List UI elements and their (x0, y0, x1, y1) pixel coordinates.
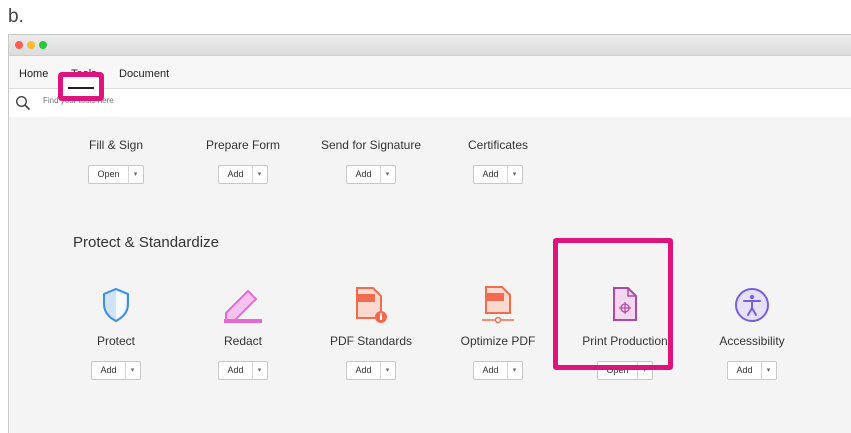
tool-send-for-signature: Send for Signature Add ▾ (311, 138, 431, 184)
tool-redact: Redact Add ▾ (183, 283, 303, 380)
nav-tabs: Home Tools Document (9, 56, 851, 89)
print-production-highlight (553, 238, 673, 370)
chevron-down-icon[interactable]: ▾ (381, 362, 395, 379)
tab-home[interactable]: Home (19, 68, 48, 80)
redact-add-button[interactable]: Add ▾ (218, 361, 268, 380)
prepare-form-add-button[interactable]: Add ▾ (218, 165, 268, 184)
highlight-underline (68, 87, 94, 89)
optimize-pdf-icon[interactable] (478, 285, 518, 325)
zoom-window-button[interactable] (39, 41, 47, 49)
app-window: Home Tools Document Fill & Sign Open ▾ P… (8, 34, 851, 433)
pdf-standards-add-button[interactable]: Add ▾ (346, 361, 396, 380)
accessibility-icon[interactable] (734, 287, 770, 323)
tool-protect: Protect Add ▾ (56, 283, 176, 380)
redact-marker-icon[interactable] (220, 287, 266, 323)
certificates-add-button[interactable]: Add ▾ (473, 165, 523, 184)
tool-name: Protect (96, 334, 135, 348)
accessibility-add-button[interactable]: Add ▾ (727, 361, 777, 380)
button-label: Add (474, 166, 508, 183)
tool-accessibility: Accessibility Add ▾ (692, 283, 812, 380)
shield-icon[interactable] (101, 287, 131, 323)
optimize-pdf-add-button[interactable]: Add ▾ (473, 361, 523, 380)
button-label: Add (219, 362, 253, 379)
button-label: Open (89, 166, 129, 183)
protect-add-button[interactable]: Add ▾ (91, 361, 141, 380)
minimize-window-button[interactable] (27, 41, 35, 49)
pdf-standards-icon[interactable] (353, 286, 389, 324)
chevron-down-icon[interactable]: ▾ (126, 362, 140, 379)
tool-name: Accessibility (719, 334, 785, 348)
search-bar (9, 89, 851, 118)
button-label: Add (728, 362, 762, 379)
tools-tab-highlight (58, 72, 104, 101)
tab-document[interactable]: Document (119, 68, 169, 80)
fill-sign-open-button[interactable]: Open ▾ (88, 165, 144, 184)
tool-name: Send for Signature (320, 138, 422, 152)
button-label: Add (474, 362, 508, 379)
button-label: Add (347, 362, 381, 379)
tool-name: Redact (223, 334, 263, 348)
title-bar (9, 35, 851, 56)
tool-pdf-standards: PDF Standards Add ▾ (311, 283, 431, 380)
tool-name: Prepare Form (205, 138, 281, 152)
button-label: Add (92, 362, 126, 379)
tool-name: Fill & Sign (88, 138, 144, 152)
search-icon (15, 95, 31, 111)
tool-name: Certificates (467, 138, 529, 152)
chevron-down-icon[interactable]: ▾ (381, 166, 395, 183)
send-for-signature-add-button[interactable]: Add ▾ (346, 165, 396, 184)
chevron-down-icon[interactable]: ▾ (762, 362, 776, 379)
button-label: Add (347, 166, 381, 183)
chevron-down-icon[interactable]: ▾ (508, 166, 522, 183)
tool-name: Optimize PDF (460, 334, 536, 348)
figure-label: b. (8, 6, 24, 27)
tool-fill-sign: Fill & Sign Open ▾ (56, 138, 176, 184)
tool-name: PDF Standards (329, 334, 413, 348)
section-title: Protect & Standardize (73, 234, 219, 251)
tool-certificates: Certificates Add ▾ (438, 138, 558, 184)
chevron-down-icon[interactable]: ▾ (129, 166, 143, 183)
chevron-down-icon[interactable]: ▾ (508, 362, 522, 379)
tool-optimize-pdf: Optimize PDF Add ▾ (438, 283, 558, 380)
tools-panel: Fill & Sign Open ▾ Prepare Form Add ▾ Se… (9, 117, 851, 433)
button-label: Add (219, 166, 253, 183)
tool-prepare-form: Prepare Form Add ▾ (183, 138, 303, 184)
chevron-down-icon[interactable]: ▾ (253, 362, 267, 379)
close-window-button[interactable] (15, 41, 23, 49)
chevron-down-icon[interactable]: ▾ (253, 166, 267, 183)
